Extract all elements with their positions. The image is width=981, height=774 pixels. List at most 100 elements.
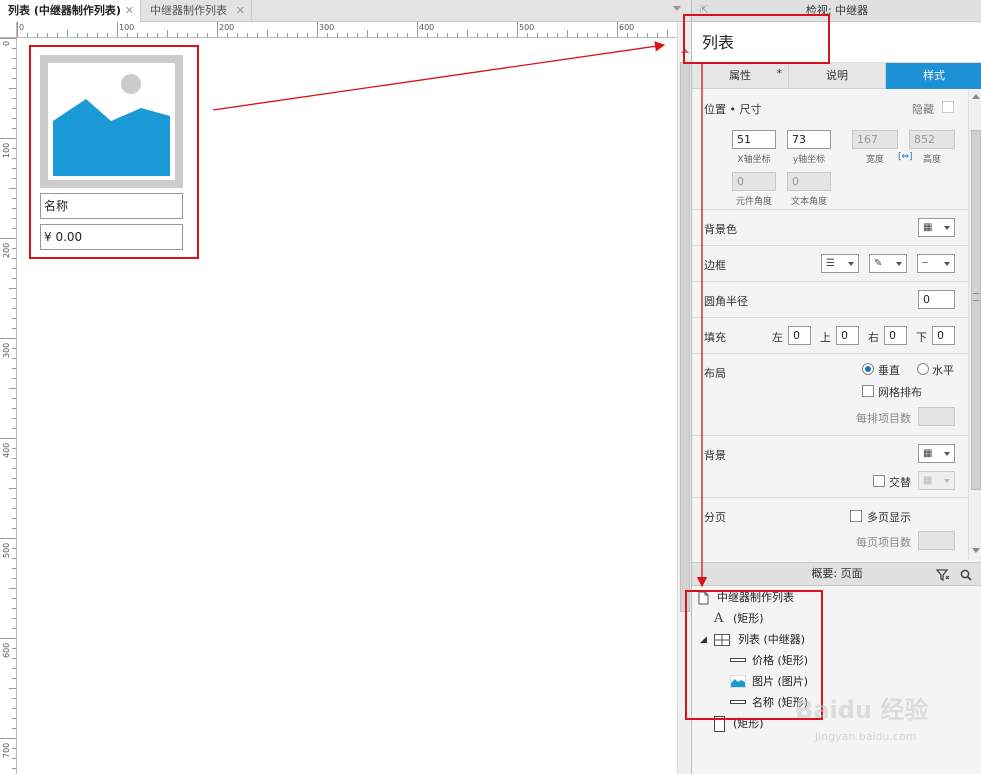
close-icon[interactable]: ✕: [236, 0, 245, 22]
scroll-thumb[interactable]: [680, 62, 690, 612]
ruler-tick: [12, 528, 16, 529]
items-per-page-input[interactable]: [918, 531, 955, 550]
ruler-tick: [427, 33, 428, 37]
ruler-tick: [12, 598, 16, 599]
ruler-tick: [12, 148, 16, 149]
ruler-tick: [607, 33, 608, 37]
padding-right-input[interactable]: 0: [884, 326, 907, 345]
tab-properties[interactable]: 属性 *: [692, 63, 789, 89]
items-per-row-input[interactable]: [918, 407, 955, 426]
inspector-tabs: 属性 * 说明 样式: [692, 63, 981, 89]
ruler-tick: [12, 398, 16, 399]
ruler-tick: [0, 338, 16, 339]
ruler-tick: [0, 138, 16, 139]
search-icon[interactable]: [960, 569, 972, 581]
document-tab-bar: 列表 (中继器制作列表) ✕ 中继器制作列表 ✕: [0, 0, 691, 22]
ruler-tick: [12, 358, 16, 359]
ruler-tick: [577, 33, 578, 37]
tab-notes[interactable]: 说明: [789, 63, 886, 89]
style-panel-scrollbar[interactable]: [968, 90, 981, 560]
ruler-tick: [47, 33, 48, 37]
scroll-thumb[interactable]: [971, 130, 981, 490]
ruler-label: 100: [2, 142, 11, 158]
border-color-dropdown[interactable]: ✎: [869, 254, 907, 273]
border-width-dropdown[interactable]: ☰: [821, 254, 859, 273]
close-icon[interactable]: ✕: [125, 0, 134, 22]
ruler-tick: [597, 33, 598, 37]
tab-list-dropdown-icon[interactable]: [673, 6, 681, 11]
ruler-tick: [12, 458, 16, 459]
ruler-tick: [537, 33, 538, 37]
ruler-tick: [327, 33, 328, 37]
ruler-tick: [12, 678, 16, 679]
ruler-tick: [97, 33, 98, 37]
ruler-tick: [237, 33, 238, 37]
ruler-tick: [12, 508, 16, 509]
ruler-tick: [12, 328, 16, 329]
tab-label: 中继器制作列表: [150, 4, 227, 17]
horizontal-radio[interactable]: [917, 363, 929, 375]
ruler-tick: [137, 33, 138, 37]
scroll-down-icon[interactable]: [972, 548, 980, 553]
ruler-tick: [12, 748, 16, 749]
ruler-tick: [12, 608, 16, 609]
hidden-checkbox[interactable]: [942, 101, 954, 113]
layout-label: 布局: [704, 367, 726, 380]
background-color-dropdown[interactable]: ▦: [918, 218, 955, 237]
y-coordinate-input[interactable]: 73: [787, 130, 831, 149]
position-size-label: 位置 • 尺寸: [704, 103, 762, 116]
ruler-tick: [12, 418, 16, 419]
alternate-checkbox[interactable]: [873, 475, 885, 487]
ruler-tick: [117, 22, 118, 37]
ruler-tick: [12, 408, 16, 409]
ruler-tick: [147, 33, 148, 37]
ruler-tick: [567, 30, 568, 37]
tab-repeater-page[interactable]: 中继器制作列表 ✕: [142, 0, 252, 22]
ruler-tick: [357, 33, 358, 37]
tab-label: 列表 (中继器制作列表): [8, 4, 121, 17]
style-settings: 位置 • 尺寸 隐藏 51 73 167 852 X轴坐标 y轴坐标 宽度 [⇔…: [692, 90, 968, 560]
x-coordinate-input[interactable]: 51: [732, 130, 776, 149]
ruler-tick: [12, 548, 16, 549]
tab-style[interactable]: 样式: [886, 63, 981, 89]
multi-page-checkbox[interactable]: [850, 510, 862, 522]
ruler-tick: [667, 30, 668, 37]
grid-layout-checkbox[interactable]: [862, 385, 874, 397]
padding-top-input[interactable]: 0: [836, 326, 859, 345]
ruler-tick: [77, 33, 78, 37]
ruler-tick: [12, 758, 16, 759]
background-dropdown[interactable]: ▦: [918, 444, 955, 463]
scroll-up-icon[interactable]: [972, 94, 980, 99]
tab-list-page[interactable]: 列表 (中继器制作列表) ✕: [0, 0, 141, 22]
height-input[interactable]: 852: [909, 130, 955, 149]
horizontal-label: 水平: [932, 364, 954, 377]
ruler-label: 100: [119, 23, 135, 32]
ruler-corner: [0, 22, 17, 38]
ruler-tick: [547, 33, 548, 37]
ruler-tick: [317, 22, 318, 37]
ruler-tick: [307, 33, 308, 37]
padding-section: 填充 左 0 上 0 右 0 下 0: [692, 318, 968, 354]
corner-radius-input[interactable]: 0: [918, 290, 955, 309]
ruler-tick: [0, 738, 16, 739]
padding-top-label: 上: [820, 331, 831, 344]
ruler-label: 400: [419, 23, 435, 32]
width-input[interactable]: 167: [852, 130, 898, 149]
padding-left-input[interactable]: 0: [788, 326, 811, 345]
ruler-tick: [9, 88, 16, 89]
padding-bottom-input[interactable]: 0: [932, 326, 955, 345]
widget-angle-input[interactable]: 0: [732, 172, 776, 191]
ruler-label: 600: [2, 642, 11, 658]
pagination-section: 分页 多页显示 每页项目数: [692, 498, 968, 560]
ruler-tick: [397, 33, 398, 37]
multi-page-label: 多页显示: [867, 511, 911, 524]
filter-icon[interactable]: [936, 569, 950, 581]
ruler-tick: [12, 158, 16, 159]
fill-swatch-icon: ▦: [923, 222, 933, 233]
vertical-radio[interactable]: [862, 363, 874, 375]
text-angle-input[interactable]: 0: [787, 172, 831, 191]
ruler-tick: [12, 168, 16, 169]
background-section: 背景 ▦ 交替 ▦: [692, 436, 968, 498]
border-style-dropdown[interactable]: ┄: [917, 254, 955, 273]
alternate-color-dropdown[interactable]: ▦: [918, 471, 955, 490]
